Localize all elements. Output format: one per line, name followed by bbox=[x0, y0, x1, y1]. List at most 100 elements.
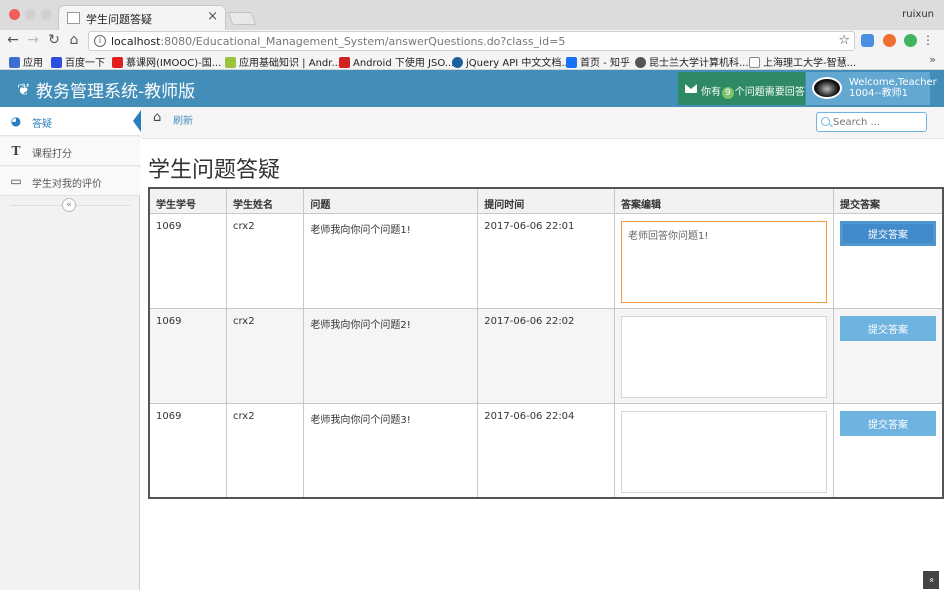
question-cell: 老师我向你问个问题2! bbox=[303, 307, 479, 404]
sidebar-item-grading[interactable]: T 课程打分 bbox=[0, 137, 140, 166]
scroll-top-button[interactable]: « bbox=[923, 571, 939, 589]
answer-cell bbox=[613, 402, 834, 499]
user-id-text: 1004--教师1 bbox=[849, 88, 909, 99]
back-icon[interactable]: ← bbox=[5, 32, 21, 48]
extension-orange-icon[interactable] bbox=[883, 34, 896, 47]
bookmark-usst[interactable]: 上海理工大学-智慧... bbox=[749, 54, 856, 69]
bookmark-android-json[interactable]: Android 下使用 JSO... bbox=[339, 54, 454, 69]
reload-icon[interactable]: ↻ bbox=[46, 32, 62, 48]
tab-title: 学生问题答疑 bbox=[86, 13, 152, 26]
imooc-icon bbox=[112, 57, 123, 68]
bookmark-uq[interactable]: 昆士兰大学计算机科... bbox=[635, 54, 749, 69]
bookmark-zhihu[interactable]: 首页 - 知乎 bbox=[566, 54, 630, 69]
url-text[interactable]: localhost:8080/Educational_Management_Sy… bbox=[111, 35, 565, 48]
sidebar-item-answer[interactable]: ◕ 答疑 bbox=[0, 107, 141, 136]
bookmarks-bar: 应用 百度一下 慕课网(IMOOC)-国... 应用基础知识 | Andr...… bbox=[0, 52, 944, 70]
bookmark-apps[interactable]: 应用 bbox=[9, 54, 43, 69]
welcome-text: Welcome,Teacher bbox=[849, 77, 937, 88]
new-tab-button[interactable] bbox=[227, 12, 257, 25]
avatar bbox=[812, 77, 842, 99]
extension-new-icon[interactable] bbox=[861, 34, 874, 47]
bookmark-imooc[interactable]: 慕课网(IMOOC)-国... bbox=[112, 54, 221, 69]
time-cell: 2017-06-06 22:02 bbox=[477, 307, 615, 404]
home-browser-icon[interactable]: ⌂ bbox=[66, 32, 82, 48]
student-id-cell: 1069 bbox=[148, 212, 227, 309]
submit-cell: 提交答案 bbox=[832, 212, 944, 309]
answer-textarea[interactable] bbox=[620, 315, 827, 398]
brand-title[interactable]: 教务管理系统-教师版 bbox=[36, 77, 195, 102]
leaf-icon: ❦ bbox=[17, 80, 31, 99]
bookmark-jquery[interactable]: jQuery API 中文文档... bbox=[452, 54, 571, 69]
desktop-icon: ▭ bbox=[10, 174, 22, 188]
bookmark-baidu[interactable]: 百度一下 bbox=[51, 54, 105, 69]
student-name-cell: crx2 bbox=[225, 212, 305, 309]
envelope-icon bbox=[685, 84, 697, 93]
submit-cell: 提交答案 bbox=[832, 307, 944, 404]
column-header: 问题 bbox=[303, 187, 479, 214]
home-icon[interactable]: ⌂ bbox=[153, 110, 161, 125]
sidebar-collapse-icon[interactable]: « bbox=[62, 198, 76, 212]
answer-textarea[interactable] bbox=[620, 410, 827, 493]
baidu-icon bbox=[51, 57, 62, 68]
sidebar-item-label: 学生对我的评价 bbox=[32, 179, 102, 190]
column-header: 提交答案 bbox=[832, 187, 944, 214]
column-header: 学生姓名 bbox=[225, 187, 305, 214]
forward-icon[interactable]: → bbox=[25, 32, 41, 48]
bookmark-star-icon[interactable]: ☆ bbox=[838, 33, 850, 48]
jquery-icon bbox=[452, 57, 463, 68]
extension-green-icon[interactable] bbox=[904, 34, 917, 47]
info-icon[interactable]: i bbox=[94, 35, 106, 47]
student-id-cell: 1069 bbox=[148, 307, 227, 404]
search-input[interactable] bbox=[833, 115, 923, 129]
page-title: 学生问题答疑 bbox=[148, 158, 281, 183]
page-favicon-icon bbox=[67, 12, 80, 24]
bookmarks-more-icon[interactable]: » bbox=[929, 53, 936, 66]
sidebar-item-evaluation[interactable]: ▭ 学生对我的评价 bbox=[0, 167, 140, 196]
table-row: 1069 crx2 老师我向你问个问题2! 2017-06-06 22:02 提… bbox=[148, 307, 944, 404]
table-header-row: 学生学号 学生姓名 问题 提问时间 答案编辑 提交答案 bbox=[148, 187, 944, 214]
answer-textarea[interactable]: 老师回答你问题1! bbox=[620, 220, 827, 303]
browser-toolbar: ← → ↻ ⌂ i localhost:8080/Educational_Man… bbox=[0, 30, 944, 52]
dashboard-icon: ◕ bbox=[10, 114, 22, 128]
submit-answer-button[interactable]: 提交答案 bbox=[839, 315, 936, 341]
uq-icon bbox=[635, 57, 646, 68]
android-icon bbox=[225, 57, 236, 68]
search-icon bbox=[821, 117, 830, 126]
table-row: 1069 crx2 老师我向你问个问题1! 2017-06-06 22:01 老… bbox=[148, 212, 944, 309]
notification-button[interactable]: 你有 9 个问题需要回答 bbox=[678, 72, 805, 105]
browser-tab-bar: 学生问题答疑 × ruixun bbox=[0, 0, 944, 30]
notification-text: 你有 9 个问题需要回答 bbox=[701, 87, 805, 99]
submit-answer-button[interactable]: 提交答案 bbox=[839, 220, 936, 246]
apps-grid-icon bbox=[9, 57, 20, 68]
submit-answer-button[interactable]: 提交答案 bbox=[839, 410, 936, 436]
submit-cell: 提交答案 bbox=[832, 402, 944, 499]
answer-cell bbox=[613, 307, 834, 404]
questions-table: 学生学号 学生姓名 问题 提问时间 答案编辑 提交答案 1069 crx2 老师… bbox=[148, 187, 944, 499]
refresh-link[interactable]: 刷新 bbox=[173, 112, 193, 127]
question-cell: 老师我向你问个问题1! bbox=[303, 212, 479, 309]
browser-tab[interactable]: 学生问题答疑 × bbox=[58, 5, 226, 30]
user-menu[interactable]: Welcome,Teacher 1004--教师1 bbox=[806, 72, 937, 105]
app-header: ❦ 教务管理系统-教师版 你有 9 个问题需要回答 Welcome,Teacher … bbox=[0, 70, 944, 107]
table-row: 1069 crx2 老师我向你问个问题3! 2017-06-06 22:04 提… bbox=[148, 402, 944, 499]
student-id-cell: 1069 bbox=[148, 402, 227, 499]
sidebar: ◕ 答疑 T 课程打分 ▭ 学生对我的评价 « bbox=[0, 107, 141, 590]
search-box bbox=[816, 112, 927, 132]
answer-cell: 老师回答你问题1! bbox=[613, 212, 834, 309]
bookmark-android[interactable]: 应用基础知识 | Andr... bbox=[225, 54, 341, 69]
time-cell: 2017-06-06 22:01 bbox=[477, 212, 615, 309]
column-header: 答案编辑 bbox=[613, 187, 834, 214]
page-icon bbox=[749, 57, 760, 68]
minimize-window-button[interactable] bbox=[25, 9, 36, 20]
user-info: Welcome,Teacher 1004--教师1 bbox=[849, 77, 937, 99]
tab-close-icon[interactable]: × bbox=[207, 9, 218, 24]
address-bar[interactable]: i localhost:8080/Educational_Management_… bbox=[88, 31, 855, 51]
browser-menu-icon[interactable]: ⋮ bbox=[922, 33, 934, 47]
maximize-window-button[interactable] bbox=[41, 9, 52, 20]
zhihu-icon bbox=[566, 57, 577, 68]
notification-badge: 9 bbox=[722, 87, 734, 99]
student-name-cell: crx2 bbox=[225, 402, 305, 499]
close-window-button[interactable] bbox=[9, 9, 20, 20]
sidebar-item-label: 课程打分 bbox=[32, 149, 72, 160]
profile-name[interactable]: ruixun bbox=[902, 9, 934, 20]
